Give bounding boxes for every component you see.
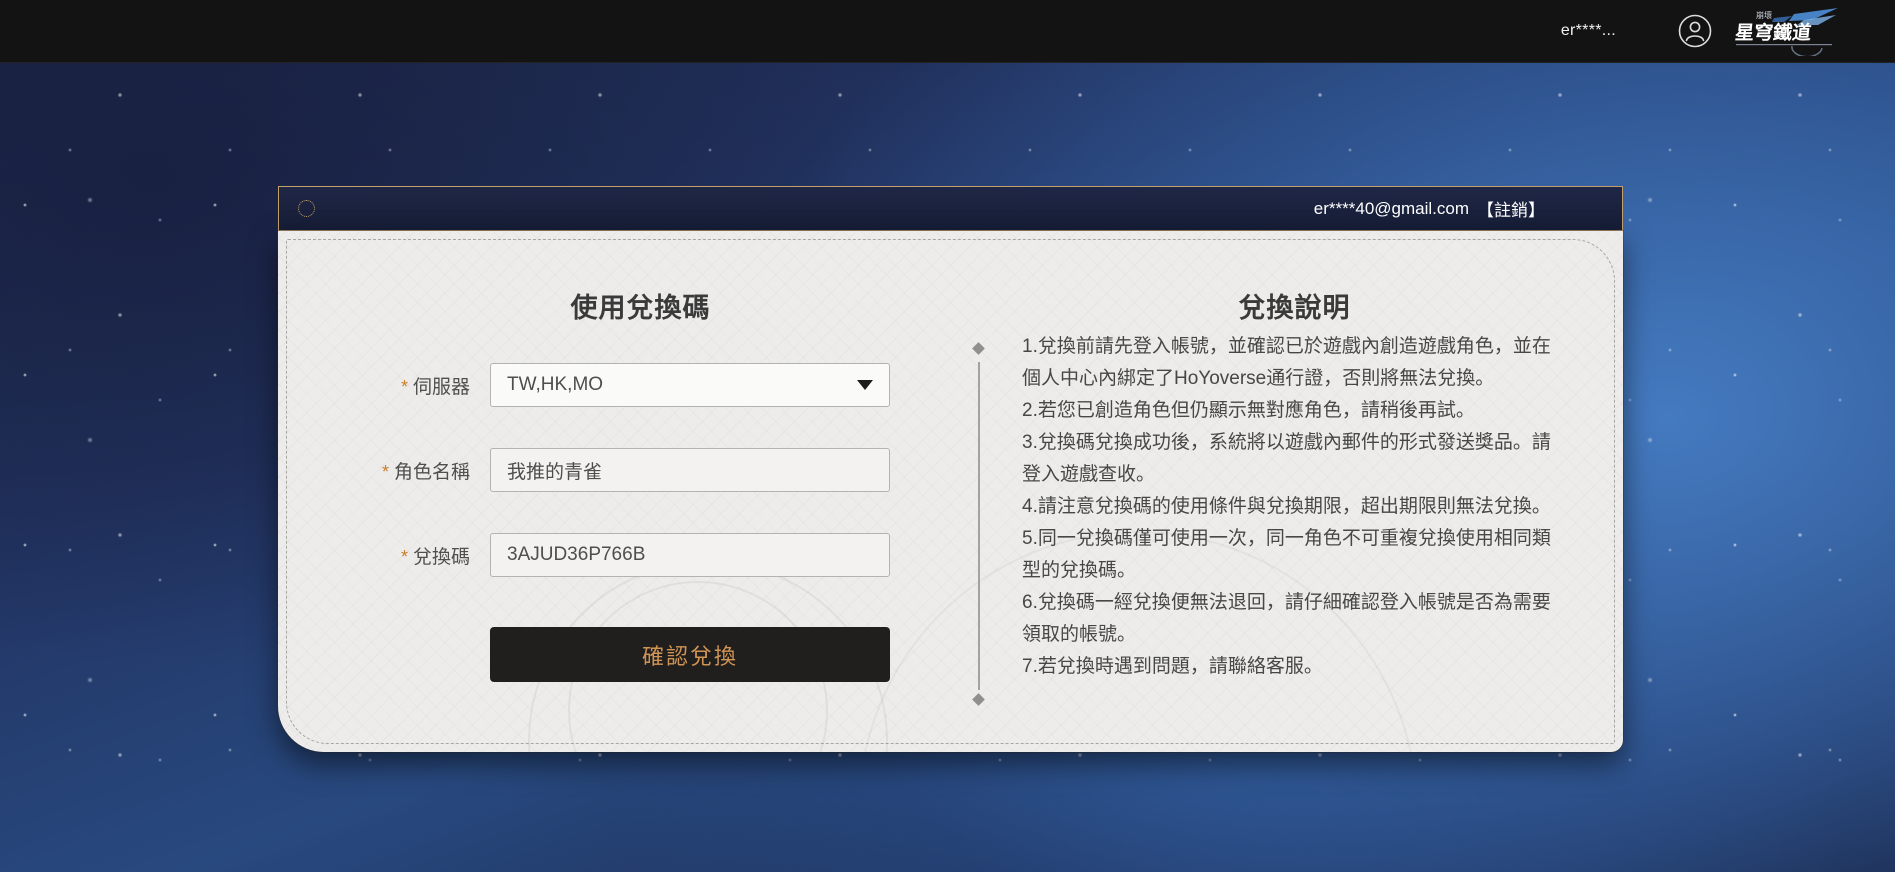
required-mark: * — [401, 547, 408, 567]
instruction-item: 3.兌換碼兌換成功後，系統將以遊戲內郵件的形式發送獎品。請登入遊戲查收。 — [1022, 427, 1567, 491]
account-email: er****40@gmail.com — [1314, 199, 1469, 219]
required-mark: * — [401, 377, 408, 397]
chevron-down-icon — [857, 380, 873, 390]
divider — [972, 231, 986, 752]
redeem-code-row: *兌換碼 — [298, 533, 898, 577]
server-select-value: TW,HK,MO — [507, 374, 857, 396]
confirm-redeem-button[interactable]: 確認兌換 — [490, 627, 890, 682]
instruction-item: 4.請注意兌換碼的使用條件與兌換期限，超出期限則無法兌換。 — [1022, 491, 1567, 523]
instruction-item: 5.同一兌換碼僅可使用一次，同一角色不可重複兌換使用相同類型的兌換碼。 — [1022, 523, 1567, 587]
instruction-item: 7.若兌換時遇到問題，請聯絡客服。 — [1022, 651, 1567, 683]
redeem-code-label: *兌換碼 — [298, 542, 470, 569]
instructions-list: 1.兌換前請先登入帳號，並確認已於遊戲內創造遊戲角色，並在個人中心內綁定了HoY… — [1022, 331, 1567, 683]
server-row: *伺服器 TW,HK,MO — [298, 363, 898, 407]
form-title: 使用兌換碼 — [388, 286, 893, 325]
topbar-username[interactable]: er****... — [1561, 22, 1616, 40]
card-header: er****40@gmail.com 【註銷】 — [278, 186, 1623, 231]
server-select[interactable]: TW,HK,MO — [490, 363, 890, 407]
instruction-item: 2.若您已創造角色但仍顯示無對應角色，請稍後再試。 — [1022, 395, 1567, 427]
card-body: 使用兌換碼 *伺服器 TW,HK,MO *角色名稱 *兌換碼 確認兌換 — [278, 231, 1623, 752]
game-logo-icon[interactable]: 崩壞 星穹鐵道 — [1734, 6, 1840, 56]
svg-text:星穹鐵道: 星穹鐵道 — [1734, 21, 1812, 44]
redeem-code-input[interactable] — [490, 533, 890, 577]
top-navbar: er****... 崩壞 星穹鐵道 — [0, 0, 1895, 63]
redeem-card: er****40@gmail.com 【註銷】 使用兌換碼 *伺服器 TW,HK… — [278, 186, 1623, 752]
character-name-label: *角色名稱 — [298, 457, 470, 484]
instruction-item: 1.兌換前請先登入帳號，並確認已於遊戲內創造遊戲角色，並在個人中心內綁定了HoY… — [1022, 331, 1567, 395]
svg-text:崩壞: 崩壞 — [1756, 10, 1772, 20]
character-name-row: *角色名稱 — [298, 448, 898, 492]
redeem-page: er****... 崩壞 星穹鐵道 — [0, 0, 1895, 872]
sun-ornament-icon — [298, 200, 315, 217]
instructions-title: 兌換說明 — [1022, 286, 1567, 325]
instruction-item: 6.兌換碼一經兌換便無法退回，請仔細確認登入帳號是否為需要領取的帳號。 — [1022, 587, 1567, 651]
logout-link[interactable]: 【註銷】 — [1477, 196, 1545, 221]
character-name-input[interactable] — [490, 448, 890, 492]
server-label: *伺服器 — [298, 372, 470, 399]
required-mark: * — [382, 462, 389, 482]
user-avatar-icon[interactable] — [1678, 14, 1712, 48]
